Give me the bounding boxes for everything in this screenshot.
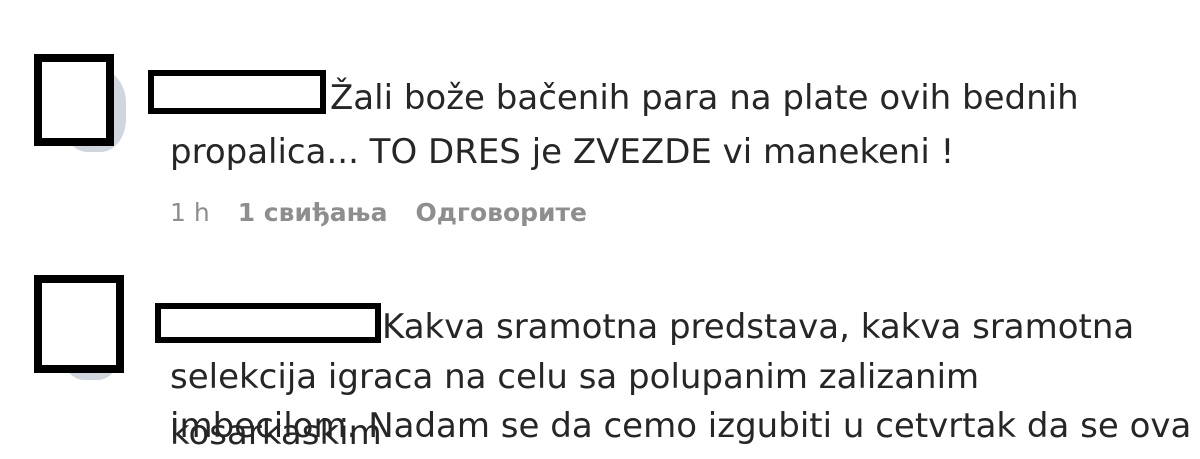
likes-count[interactable]: 1 свиђања	[238, 198, 388, 227]
comment-text-line: Kakva sramotna predstava, kakva sramotna	[382, 307, 1135, 347]
redacted-username	[148, 70, 326, 114]
redacted-username	[155, 303, 381, 343]
comment-text-line: propalica... TO DRES je ZVEZDE vi maneke…	[170, 132, 955, 172]
comment-timestamp[interactable]: 1 h	[170, 198, 210, 227]
comment-text-line: imbecilom. Nadam se da cemo izgubiti u c…	[170, 406, 1192, 446]
comment-text-line: Žali bože bačenih para na plate ovih bed…	[330, 78, 1079, 118]
comments-thread: Žali bože bačenih para na plate ovih bed…	[0, 0, 1200, 459]
redaction-box	[34, 275, 124, 373]
comment-meta: 1 h 1 свиђања Одговорите	[170, 192, 587, 232]
reply-button[interactable]: Одговорите	[415, 198, 587, 227]
redaction-box	[34, 54, 114, 146]
